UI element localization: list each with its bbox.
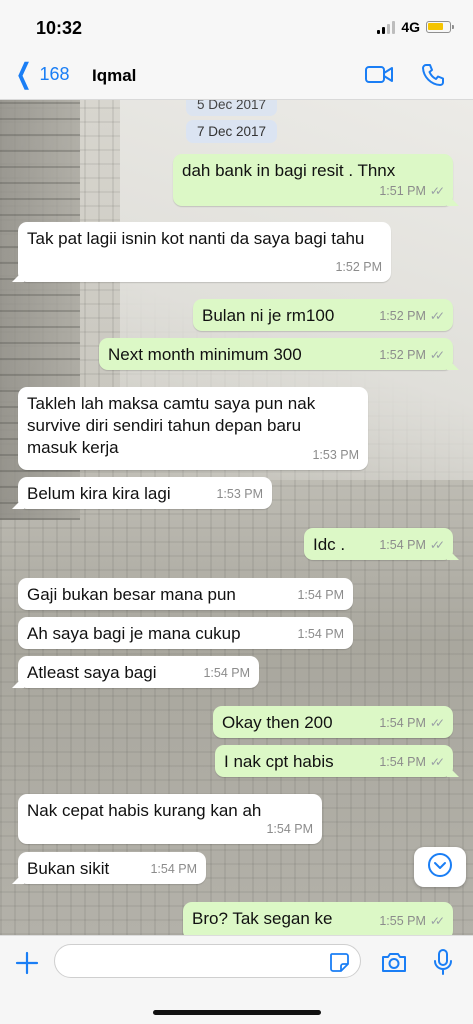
- network-type: 4G: [401, 19, 420, 35]
- message-time: 1:53 PM: [312, 448, 359, 462]
- bubble-tail: [12, 676, 24, 688]
- message-meta: 1:55 PM ✓✓: [379, 910, 445, 932]
- home-indicator[interactable]: [153, 1010, 321, 1015]
- battery-icon: [426, 21, 454, 33]
- message-outgoing[interactable]: Idc . 1:54 PM ✓✓: [304, 528, 459, 560]
- message-meta: 1:54 PM: [203, 662, 250, 684]
- phone-icon[interactable]: [420, 62, 446, 93]
- message-time: 1:55 PM: [379, 914, 426, 928]
- scroll-to-bottom-button[interactable]: [414, 847, 466, 887]
- message-incoming[interactable]: Gaji bukan besar mana pun 1:54 PM: [18, 578, 353, 610]
- message-incoming[interactable]: Takleh lah maksa camtu saya pun nak surv…: [18, 387, 368, 470]
- message-time: 1:52 PM: [335, 260, 382, 274]
- message-meta: 1:54 PM ✓✓: [379, 534, 445, 556]
- message-outgoing[interactable]: dah bank in bagi resit . Thnx 1:51 PM ✓✓: [173, 154, 459, 206]
- message-outgoing[interactable]: Bulan ni je rm100 1:52 PM ✓✓: [193, 299, 453, 331]
- read-ticks-icon: ✓✓: [429, 184, 445, 198]
- message-outgoing[interactable]: I nak cpt habis 1:54 PM ✓✓: [215, 745, 459, 777]
- message-incoming[interactable]: Nak cepat habis kurang kan ah 1:54 PM: [18, 794, 322, 844]
- message-meta: 1:54 PM: [150, 858, 197, 880]
- bubble-tail: [12, 872, 24, 884]
- chat-area[interactable]: 5 Dec 2017 7 Dec 2017 dah bank in bagi r…: [0, 100, 473, 935]
- message-time: 1:54 PM: [203, 666, 250, 680]
- status-indicators: 4G: [377, 19, 454, 35]
- bubble-tail: [447, 548, 459, 560]
- message-meta: 1:52 PM: [335, 256, 382, 278]
- unread-count: 168: [39, 63, 70, 84]
- message-meta: 1:54 PM: [297, 623, 344, 645]
- message-meta: 1:54 PM ✓✓: [379, 751, 445, 773]
- message-text: dah bank in bagi resit . Thnx: [182, 161, 396, 180]
- message-meta: 1:54 PM ✓✓: [379, 712, 445, 734]
- chat-header: ❮ 168 Iqmal: [0, 52, 473, 100]
- status-time: 10:32: [36, 18, 83, 38]
- message-time: 1:54 PM: [297, 588, 344, 602]
- read-ticks-icon: ✓✓: [429, 755, 445, 769]
- camera-icon[interactable]: [380, 950, 408, 979]
- read-ticks-icon: ✓✓: [429, 538, 445, 552]
- message-time: 1:54 PM: [297, 627, 344, 641]
- message-meta: 1:52 PM ✓✓: [379, 344, 445, 366]
- microphone-icon[interactable]: [432, 948, 454, 981]
- chevron-left-icon: ❮: [15, 58, 32, 89]
- chevron-down-icon: [427, 852, 453, 883]
- plus-icon[interactable]: [14, 950, 40, 981]
- message-meta: 1:53 PM: [216, 483, 263, 505]
- message-time: 1:51 PM: [379, 184, 426, 198]
- message-time: 1:52 PM: [379, 309, 426, 323]
- read-ticks-icon: ✓✓: [429, 348, 445, 362]
- video-camera-icon[interactable]: [364, 62, 394, 93]
- bubble-tail: [447, 765, 459, 777]
- date-separator: 7 Dec 2017: [186, 120, 278, 143]
- message-outgoing[interactable]: Bro? Tak segan ke 1:55 PM ✓✓: [183, 902, 453, 935]
- message-text: Tak pat lagii isnin kot nanti da saya ba…: [27, 229, 365, 248]
- read-ticks-icon: ✓✓: [429, 914, 445, 928]
- status-bar: 10:32 4G: [0, 0, 473, 52]
- back-button[interactable]: ❮ 168: [12, 60, 70, 88]
- read-ticks-icon: ✓✓: [429, 309, 445, 323]
- message-time: 1:52 PM: [379, 348, 426, 362]
- signal-icon: [377, 20, 396, 34]
- message-outgoing[interactable]: Next month minimum 300 1:52 PM ✓✓: [99, 338, 459, 370]
- message-incoming[interactable]: Tak pat lagii isnin kot nanti da saya ba…: [12, 222, 391, 282]
- message-meta: 1:52 PM ✓✓: [379, 305, 445, 327]
- message-outgoing[interactable]: Okay then 200 1:54 PM ✓✓: [213, 706, 453, 738]
- message-input[interactable]: [54, 944, 361, 978]
- message-time: 1:54 PM: [379, 755, 426, 769]
- message-meta: 1:54 PM: [266, 818, 313, 840]
- message-incoming[interactable]: Atleast saya bagi 1:54 PM: [12, 656, 259, 688]
- message-incoming[interactable]: Bukan sikit 1:54 PM: [12, 852, 206, 884]
- message-time: 1:54 PM: [379, 716, 426, 730]
- message-incoming[interactable]: Belum kira kira lagi 1:53 PM: [12, 477, 272, 509]
- contact-name[interactable]: Iqmal: [92, 66, 136, 86]
- message-time: 1:54 PM: [379, 538, 426, 552]
- message-time: 1:54 PM: [266, 822, 313, 836]
- message-text: Gaji bukan besar mana pun: [27, 585, 236, 604]
- message-text: Takleh lah maksa camtu saya pun nak surv…: [27, 394, 316, 457]
- message-time: 1:53 PM: [216, 487, 263, 501]
- message-meta: 1:54 PM: [297, 584, 344, 606]
- message-time: 1:54 PM: [150, 862, 197, 876]
- message-meta: 1:51 PM ✓✓: [379, 180, 445, 202]
- message-meta: 1:53 PM: [312, 444, 359, 466]
- sticker-icon[interactable]: [328, 951, 350, 978]
- date-separator: 5 Dec 2017: [186, 100, 278, 116]
- read-ticks-icon: ✓✓: [429, 716, 445, 730]
- message-text: Ah saya bagi je mana cukup: [27, 624, 241, 643]
- message-incoming[interactable]: Ah saya bagi je mana cukup 1:54 PM: [18, 617, 353, 649]
